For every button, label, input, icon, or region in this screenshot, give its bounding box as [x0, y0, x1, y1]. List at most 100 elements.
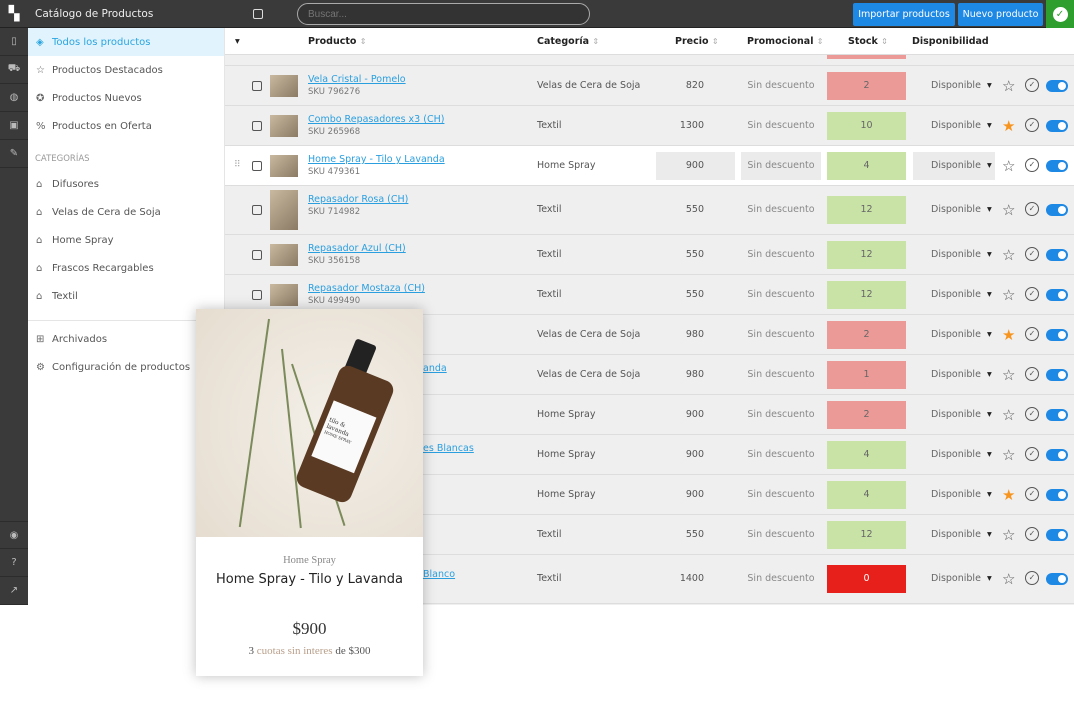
visibility-toggle[interactable]: [1046, 288, 1068, 301]
category-item[interactable]: ⌂ Velas de Cera de Soja: [28, 198, 224, 226]
badge-check-icon[interactable]: ✓: [1025, 326, 1039, 341]
badge-check-icon[interactable]: ✓: [1025, 117, 1039, 132]
row-checkbox[interactable]: [252, 289, 262, 300]
row-checkbox[interactable]: [252, 160, 262, 171]
image-icon[interactable]: ▣: [0, 112, 28, 140]
availability-dropdown[interactable]: Disponible ▾: [913, 481, 995, 509]
table-row[interactable]: Repasador Azul (CH) SKU 356158 Textil 55…: [225, 235, 1074, 275]
column-product[interactable]: Producto ⇕: [308, 36, 366, 47]
row-checkbox[interactable]: [252, 120, 262, 131]
column-price[interactable]: Precio ⇕: [675, 36, 719, 47]
promo-field[interactable]: Sin descuento: [741, 481, 821, 509]
product-name-link[interactable]: Repasador Rosa (CH): [308, 194, 408, 205]
product-name-link[interactable]: Home Spray - Tilo y Lavanda: [308, 154, 445, 165]
promo-field[interactable]: Sin descuento: [741, 72, 821, 100]
availability-dropdown[interactable]: Disponible ▾: [913, 321, 995, 349]
category-item[interactable]: ⌂ Home Spray: [28, 226, 224, 254]
stock-field[interactable]: 12: [827, 240, 906, 269]
availability-dropdown[interactable]: Disponible ▾: [913, 151, 995, 180]
help-icon[interactable]: ?: [0, 549, 28, 577]
star-icon[interactable]: ☆: [1002, 526, 1015, 544]
visibility-toggle[interactable]: [1046, 573, 1068, 585]
stock-field[interactable]: 12: [827, 280, 906, 309]
sidebar-item-sale[interactable]: % Productos en Oferta: [28, 112, 224, 140]
availability-dropdown[interactable]: Disponible ▾: [913, 196, 995, 224]
user-icon[interactable]: ◉: [0, 521, 28, 549]
badge-check-icon[interactable]: ✓: [1025, 157, 1039, 172]
visibility-toggle[interactable]: [1046, 368, 1068, 381]
column-stock[interactable]: Stock ⇕: [848, 36, 888, 47]
product-name-link[interactable]: Combo Repasadores x3 (CH): [308, 114, 444, 125]
promo-field[interactable]: Sin descuento: [741, 565, 821, 593]
table-row[interactable]: ⠿ Home Spray - Tilo y Lavanda SKU 479361…: [225, 146, 1074, 186]
badge-check-icon[interactable]: ✓: [1025, 246, 1039, 261]
availability-dropdown[interactable]: Disponible ▾: [913, 565, 995, 593]
cart-icon[interactable]: ⛟: [0, 56, 28, 84]
stock-field[interactable]: 0: [827, 565, 906, 593]
badge-check-icon[interactable]: ✓: [1025, 366, 1039, 381]
table-row[interactable]: Combo Repasadores x3 (CH) SKU 265968 Tex…: [225, 106, 1074, 146]
promo-field[interactable]: Sin descuento: [741, 401, 821, 429]
stock-field[interactable]: 1: [827, 360, 906, 389]
star-icon[interactable]: ☆: [1002, 77, 1015, 95]
product-name-link[interactable]: Blanco: [423, 569, 455, 580]
promo-field[interactable]: Sin descuento: [741, 196, 821, 224]
availability-dropdown[interactable]: Disponible ▾: [913, 521, 995, 549]
sidebar-item-archived[interactable]: ⊞ Archivados: [28, 325, 224, 353]
table-row[interactable]: Vela Cristal - Pomelo SKU 796276 Velas d…: [225, 66, 1074, 106]
price-field[interactable]: 1300: [656, 112, 735, 140]
star-icon[interactable]: ☆: [1002, 157, 1015, 175]
new-product-button[interactable]: Nuevo producto: [958, 3, 1043, 26]
visibility-toggle[interactable]: [1046, 328, 1068, 341]
promo-field[interactable]: Sin descuento: [741, 241, 821, 269]
price-field[interactable]: 900: [656, 401, 735, 429]
price-field[interactable]: 550: [656, 241, 735, 269]
stock-field[interactable]: 4: [827, 440, 906, 469]
badge-check-icon[interactable]: ✓: [1025, 286, 1039, 301]
promo-field[interactable]: Sin descuento: [741, 521, 821, 549]
badge-check-icon[interactable]: ✓: [1025, 526, 1039, 541]
star-icon[interactable]: ☆: [1002, 446, 1015, 464]
stock-field[interactable]: 10: [827, 111, 906, 140]
promo-field[interactable]: Sin descuento: [741, 112, 821, 140]
category-item[interactable]: ⌂ Frascos Recargables: [28, 254, 224, 282]
category-item[interactable]: ⌂ Difusores: [28, 170, 224, 198]
promo-field[interactable]: Sin descuento: [741, 151, 821, 180]
visibility-toggle[interactable]: [1046, 408, 1068, 421]
visibility-toggle[interactable]: [1046, 248, 1068, 261]
stock-field[interactable]: 2: [827, 320, 906, 349]
palette-icon[interactable]: ◍: [0, 84, 28, 112]
search-input[interactable]: [297, 3, 590, 25]
sidebar-item-featured[interactable]: ☆ Productos Destacados: [28, 56, 224, 84]
badge-check-icon[interactable]: ✓: [1025, 446, 1039, 461]
availability-dropdown[interactable]: Disponible ▾: [913, 401, 995, 429]
stock-field[interactable]: 2: [827, 400, 906, 429]
stock-field[interactable]: 12: [827, 520, 906, 549]
visibility-toggle[interactable]: [1046, 159, 1068, 172]
sidebar-item-all[interactable]: ◈ Todos los productos: [28, 28, 224, 56]
row-checkbox[interactable]: [252, 205, 262, 215]
column-promo[interactable]: Promocional ⇕: [747, 36, 823, 47]
star-icon[interactable]: ☆: [1002, 201, 1015, 219]
category-item[interactable]: ⌂ Textil: [28, 282, 224, 310]
badge-check-icon[interactable]: ✓: [1025, 406, 1039, 421]
star-icon[interactable]: ☆: [1002, 570, 1015, 588]
visibility-toggle[interactable]: [1046, 488, 1068, 501]
badge-check-icon[interactable]: ✓: [1025, 486, 1039, 501]
stock-field[interactable]: 12: [827, 196, 906, 224]
sidebar-item-settings[interactable]: ⚙ Configuración de productos: [28, 353, 224, 381]
price-field[interactable]: 550: [656, 196, 735, 224]
promo-field[interactable]: Sin descuento: [741, 281, 821, 309]
price-field[interactable]: 550: [656, 281, 735, 309]
promo-field[interactable]: Sin descuento: [741, 361, 821, 389]
bulk-dropdown-icon[interactable]: ▾: [235, 36, 240, 47]
document-icon[interactable]: ▯: [0, 28, 28, 56]
visibility-toggle[interactable]: [1046, 119, 1068, 132]
badge-check-icon[interactable]: ✓: [1025, 202, 1039, 216]
availability-dropdown[interactable]: Disponible ▾: [913, 441, 995, 469]
price-field[interactable]: 900: [656, 481, 735, 509]
star-filled-icon[interactable]: ★: [1002, 486, 1015, 504]
price-field[interactable]: 980: [656, 321, 735, 349]
badge-check-icon[interactable]: ✓: [1025, 77, 1039, 92]
price-field[interactable]: 550: [656, 521, 735, 549]
